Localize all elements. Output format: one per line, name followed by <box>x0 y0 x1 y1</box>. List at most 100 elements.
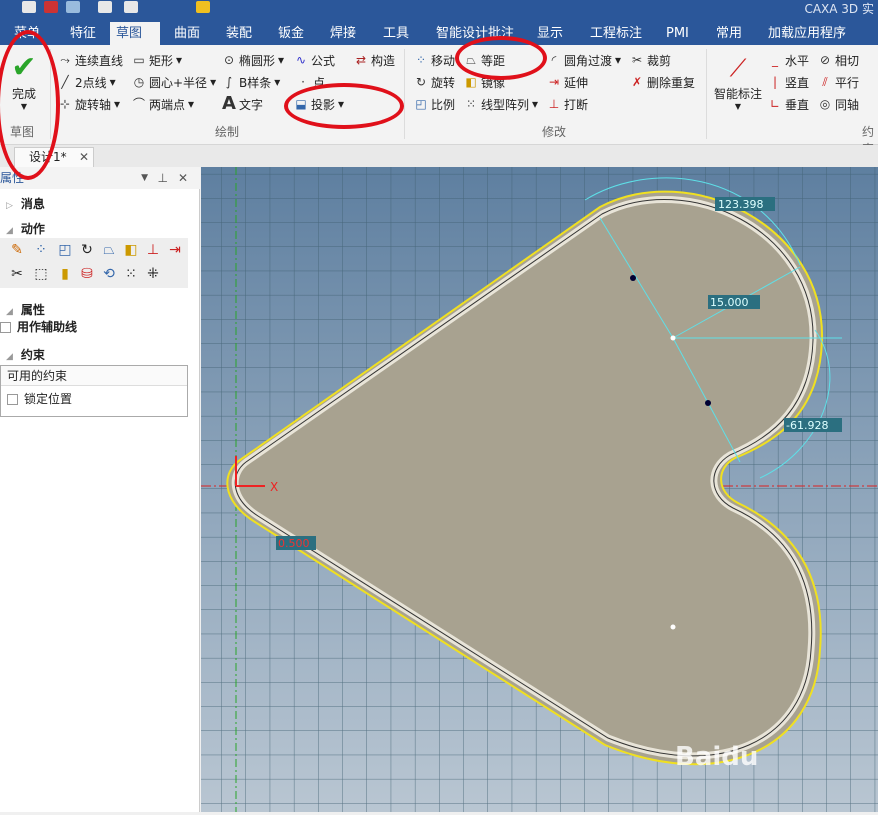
pin-icon[interactable]: ⊥ <box>158 167 168 189</box>
label: B样条 <box>239 75 272 90</box>
smart-dimension-button[interactable]: ⟋ 智能标注 ▼ <box>712 51 764 111</box>
offset-dimension[interactable]: 0.500 <box>278 537 310 550</box>
open-icon[interactable] <box>44 1 58 13</box>
group-modify: 修改 <box>542 125 567 139</box>
pencil-icon[interactable]: ✎ <box>8 241 26 259</box>
collapse-icon: ◢ <box>6 226 13 236</box>
construct-button[interactable]: ⇄ 构造 <box>354 50 395 70</box>
tab-weld[interactable]: 焊接 <box>324 22 362 45</box>
aux-line-checkbox[interactable]: 用作辅助线 <box>0 318 77 335</box>
pattern-icon: ⁙ <box>465 97 477 111</box>
tab-tools[interactable]: 工具 <box>377 22 415 45</box>
lock-position-item[interactable]: 锁定位置 <box>1 386 187 411</box>
section-actions[interactable]: ◢ 动作 <box>6 220 45 237</box>
revolve-icon[interactable]: ⛁ <box>78 265 96 283</box>
linear-pattern-icon[interactable]: ⁙ <box>122 265 140 283</box>
fillet-button[interactable]: ◜ 圆角过渡 ▾ <box>547 50 621 70</box>
scale-button[interactable]: ◰ 比例 <box>414 94 455 114</box>
circular-pattern-icon[interactable]: ⁜ <box>144 265 162 283</box>
rotate-button[interactable]: ↻ 旋转 <box>414 72 455 92</box>
arc-center[interactable] <box>670 624 676 630</box>
light-icon[interactable] <box>196 1 210 13</box>
mirror-icon[interactable]: ◧ <box>122 241 140 259</box>
x-axis-label: X <box>270 480 278 494</box>
close-icon[interactable]: ✕ <box>79 148 89 166</box>
parallel-button[interactable]: ⫽ 平行 <box>818 72 859 92</box>
select-icon[interactable]: ⬚ <box>32 265 50 283</box>
label: 旋转 <box>431 75 456 90</box>
ellipse-icon: ⊙ <box>223 53 235 67</box>
move-button[interactable]: ⁘ 移动 <box>414 50 455 70</box>
vertical-button[interactable]: | 竖直 <box>768 72 809 92</box>
label: 同轴 <box>835 97 860 112</box>
radius-dimension[interactable]: 15.000 <box>710 296 749 309</box>
offset-icon[interactable]: ⏢ <box>100 241 118 259</box>
rotate-icon[interactable]: ↻ <box>78 241 96 259</box>
circle-button[interactable]: ◷ 圆心+半径 ▾ <box>132 72 216 92</box>
section-properties[interactable]: ◢ 属性 <box>6 301 45 318</box>
formula-button[interactable]: ∿ 公式 <box>294 50 335 70</box>
label: 连续直线 <box>75 53 124 68</box>
delete-duplicate-button[interactable]: ✗ 删除重复 <box>630 72 695 92</box>
break-icon[interactable]: ⊥ <box>144 241 162 259</box>
trim-button[interactable]: ✂ 裁剪 <box>630 50 671 70</box>
dropdown-icon[interactable]: ▼ <box>141 167 148 189</box>
point[interactable] <box>705 400 711 406</box>
tab-common[interactable]: 常用 <box>710 22 748 45</box>
tangent-button[interactable]: ⊘ 相切 <box>818 50 859 70</box>
label: 智能标注 <box>713 87 762 101</box>
label: 公式 <box>311 53 336 68</box>
scissors-icon[interactable]: ✂ <box>8 265 26 283</box>
redo-icon[interactable] <box>124 1 138 13</box>
spline-icon: ∫ <box>225 75 233 89</box>
arc-length-dimension[interactable]: 123.398 <box>718 198 764 211</box>
tab-sheetmetal[interactable]: 钣金 <box>272 22 310 45</box>
sketch-view[interactable]: X 123.398 15.000 -61.928 0.500 Baidu <box>201 167 878 812</box>
two-point-line-button[interactable]: ╱ 2点线 ▾ <box>58 72 115 92</box>
close-icon[interactable]: ✕ <box>178 167 188 189</box>
tab-surface[interactable]: 曲面 <box>168 22 206 45</box>
app-title: CAXA 3D 实 <box>804 2 874 16</box>
text-button[interactable]: A 文字 <box>222 94 263 114</box>
extend-icon[interactable]: ⇥ <box>166 241 184 259</box>
arc-button[interactable]: ⌒ 两端点 ▾ <box>132 94 194 114</box>
section-constraints[interactable]: ◢ 约束 <box>6 346 45 363</box>
break-button[interactable]: ⊥ 打断 <box>547 94 588 114</box>
tab-feature[interactable]: 特征 <box>64 22 102 45</box>
label: 2点线 <box>75 75 107 90</box>
section-messages[interactable]: ▷ 消息 <box>6 195 45 212</box>
undo-icon[interactable] <box>98 1 112 13</box>
tab-display[interactable]: 显示 <box>531 22 569 45</box>
tab-sketch[interactable]: 草图 <box>110 22 160 45</box>
checkbox[interactable] <box>7 394 18 405</box>
perpendicular-button[interactable]: ∟ 垂直 <box>768 94 809 114</box>
scale-icon: ◰ <box>415 97 427 111</box>
bspline-button[interactable]: ∫ B样条 ▾ <box>222 72 280 92</box>
scale-icon[interactable]: ◰ <box>56 241 74 259</box>
extrude-icon[interactable]: ▮ <box>56 265 74 283</box>
new-icon[interactable] <box>22 1 36 13</box>
label: 文字 <box>239 97 264 112</box>
rotate-axis-button[interactable]: ⊹ 旋转轴 ▾ <box>58 94 120 114</box>
tab-pmi[interactable]: PMI <box>660 22 695 45</box>
tab-addins[interactable]: 加载应用程序 <box>762 22 852 45</box>
arc-center[interactable] <box>670 335 676 341</box>
sketch-canvas[interactable]: X 123.398 15.000 -61.928 0.500 Baidu <box>201 167 878 812</box>
angle-dimension[interactable]: -61.928 <box>786 419 828 432</box>
point[interactable] <box>630 275 636 281</box>
polyline-button[interactable]: ⤳ 连续直线 <box>58 50 123 70</box>
save-icon[interactable] <box>66 1 80 13</box>
move-icon[interactable]: ⁘ <box>32 241 50 259</box>
horizontal-button[interactable]: _ 水平 <box>768 50 809 70</box>
tab-engineering[interactable]: 工程标注 <box>584 22 648 45</box>
linear-pattern-button[interactable]: ⁙ 线型阵列 ▾ <box>464 94 538 114</box>
coaxial-icon: ◎ <box>819 97 831 111</box>
sweep-icon[interactable]: ⟲ <box>100 265 118 283</box>
checkbox[interactable] <box>0 322 11 333</box>
coaxial-button[interactable]: ◎ 同轴 <box>818 94 859 114</box>
extend-button[interactable]: ⇥ 延伸 <box>547 72 588 92</box>
label: 平行 <box>835 75 860 90</box>
tab-assembly[interactable]: 装配 <box>220 22 258 45</box>
rectangle-button[interactable]: ▭ 矩形 ▾ <box>132 50 182 70</box>
ellipse-button[interactable]: ⊙ 椭圆形 ▾ <box>222 50 284 70</box>
